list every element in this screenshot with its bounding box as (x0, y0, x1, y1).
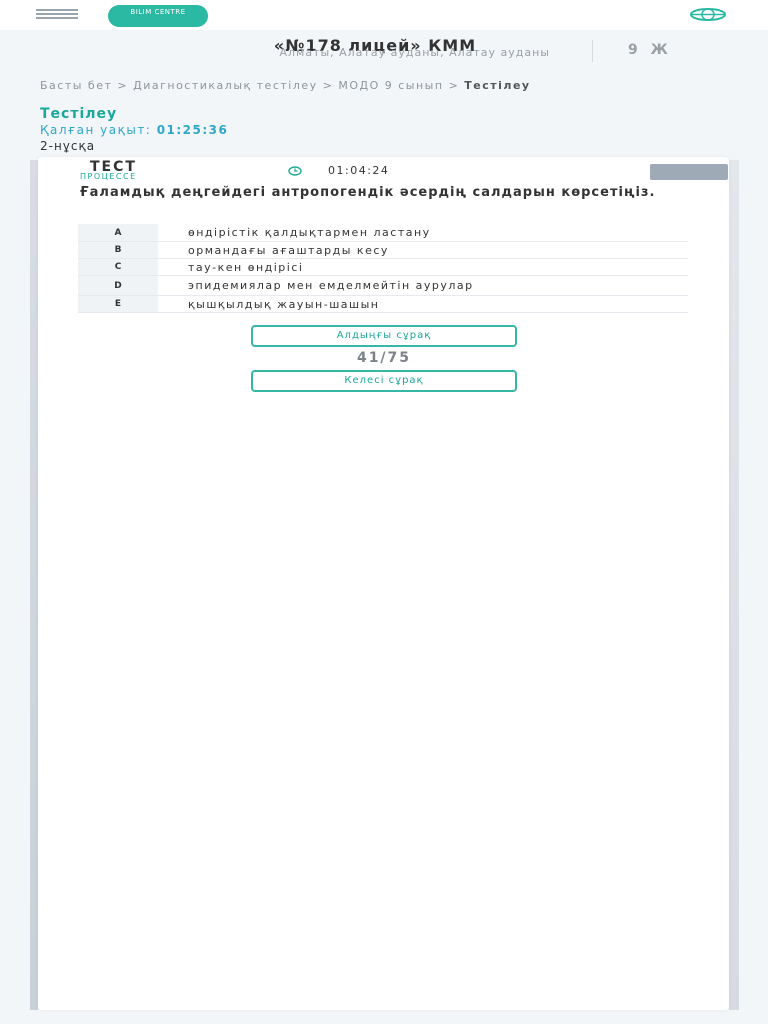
breadcrumb-current: Тестілеу (464, 79, 531, 92)
answer-letter: B (78, 242, 158, 258)
remaining-time-label: Қалған уақыт: (40, 123, 152, 137)
breadcrumb-separator: > (117, 79, 129, 92)
test-status: ПРОЦЕССЕ (80, 172, 137, 181)
grade-label: 9 Ж (628, 42, 672, 58)
answer-letter: A (78, 224, 158, 241)
answer-letter: C (78, 259, 158, 275)
answer-option-b[interactable]: B ормандағы ағаштарды кесу (78, 242, 688, 259)
page-title: Тестілеу (40, 106, 118, 122)
remaining-time: Қалған уақыт: 01:25:36 (40, 123, 228, 137)
elapsed-time: 01:04:24 (328, 164, 390, 177)
answer-option-d[interactable]: D эпидемиялар мен емделмейтін аурулар (78, 276, 688, 296)
scrollbar-thumb[interactable] (650, 164, 728, 180)
answer-text: ормандағы ағаштарды кесу (188, 243, 389, 257)
left-panel-edge (30, 160, 38, 1010)
breadcrumb: Басты бет > Диагностикалық тестілеу > МО… (40, 80, 720, 91)
question-counter: 41/75 (356, 350, 412, 366)
question-text: Ғаламдық деңгейдегі антропогендік әсерді… (80, 185, 656, 200)
answer-letter: E (78, 296, 158, 312)
remaining-time-value: 01:25:36 (156, 123, 229, 137)
clock-icon (288, 166, 302, 176)
answer-list: A өндірістік қалдықтармен ластану B орма… (78, 224, 688, 313)
answer-text: тау-кен өндірісі (188, 260, 304, 274)
header-divider (592, 40, 593, 62)
breadcrumb-subsection[interactable]: МОДО 9 сынып (338, 79, 443, 92)
hamburger-menu-icon[interactable] (36, 9, 78, 21)
answer-text: қышқылдық жауын-шашын (188, 297, 380, 311)
answer-letter: D (78, 276, 158, 295)
answer-option-e[interactable]: E қышқылдық жауын-шашын (78, 296, 688, 313)
answer-option-a[interactable]: A өндірістік қалдықтармен ластану (78, 224, 688, 242)
answer-text: өндірістік қалдықтармен ластану (188, 226, 431, 239)
breadcrumb-home[interactable]: Басты бет (40, 79, 112, 92)
next-question-button[interactable]: Келесі сұрақ (251, 370, 517, 392)
scrollbar-track[interactable] (729, 160, 739, 1010)
school-address: Алматы, Алатау ауданы, Алатау ауданы (279, 46, 550, 59)
answer-option-c[interactable]: C тау-кен өндірісі (78, 259, 688, 276)
variant-label: 2-нұсқа (40, 139, 96, 153)
answer-text: эпидемиялар мен емделмейтін аурулар (188, 279, 474, 292)
breadcrumb-separator: > (448, 79, 460, 92)
top-bar: BILIM CENTRE (0, 0, 768, 30)
previous-question-button[interactable]: Алдыңғы сұрақ (251, 325, 517, 347)
bilim-centre-logo[interactable]: BILIM CENTRE (108, 5, 208, 27)
breadcrumb-section[interactable]: Диагностикалық тестілеу (133, 79, 318, 92)
breadcrumb-separator: > (322, 79, 334, 92)
globe-icon[interactable] (690, 8, 726, 21)
